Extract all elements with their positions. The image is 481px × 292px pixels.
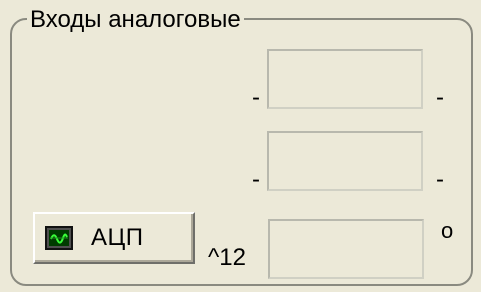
row-1-suffix: -	[436, 84, 444, 111]
row-2-suffix: -	[436, 166, 444, 193]
row-2-prefix: -	[252, 166, 260, 193]
analog-input-2-field[interactable]	[267, 131, 423, 191]
waveform-icon	[45, 226, 73, 250]
analog-input-3-field[interactable]	[268, 219, 424, 279]
analog-inputs-group-title: Входы аналоговые	[27, 8, 244, 32]
analog-input-1-field[interactable]	[267, 49, 423, 109]
adc-button-label: АЦП	[91, 224, 144, 251]
row-1-prefix: -	[252, 84, 260, 111]
row-3-suffix: o	[441, 218, 454, 243]
adc-button[interactable]: АЦП	[33, 212, 195, 264]
row-3-prefix: ^12	[208, 244, 246, 271]
